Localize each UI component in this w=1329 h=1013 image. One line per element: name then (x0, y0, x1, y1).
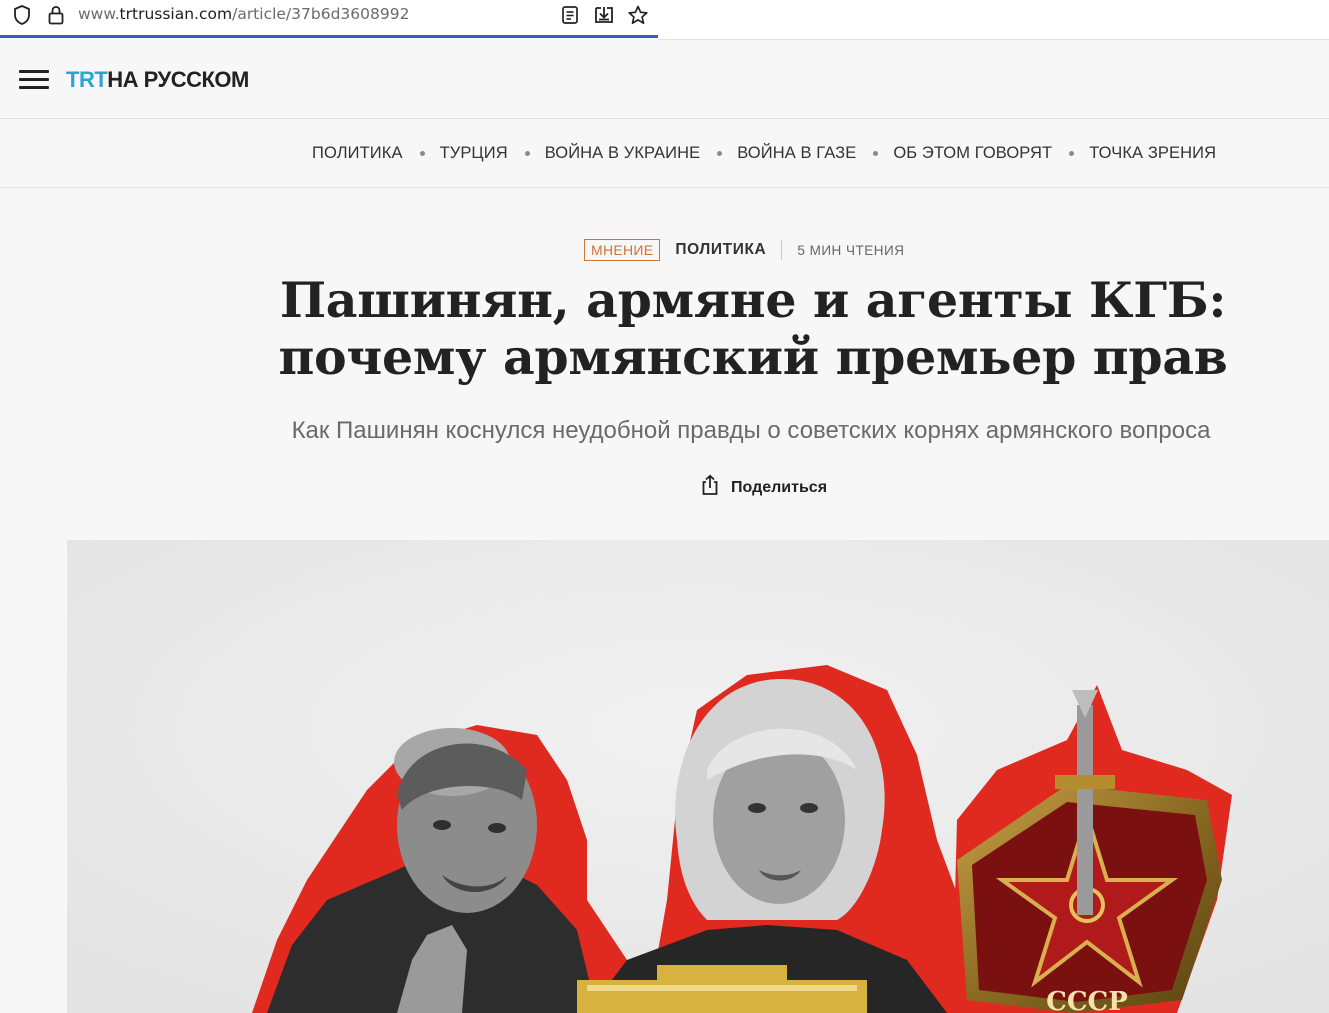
nav-item-voyna-v-ukraine[interactable]: ВОЙНА В УКРАИНЕ (508, 144, 701, 163)
nav-separator-dot (717, 151, 723, 156)
browser-url-bar[interactable]: www.trtrussian.com/article/37b6d3608992 (0, 0, 658, 38)
article-subtitle: Как Пашинян коснулся неудобной правды о … (291, 417, 1211, 444)
nav-link[interactable]: ТОЧКА ЗРЕНИЯ (1089, 144, 1216, 163)
nav-link[interactable]: ВОЙНА В ГАЗЕ (737, 144, 856, 163)
hero-image: СССР (67, 540, 1329, 1013)
hero-illustration: СССР (67, 540, 1329, 1013)
article-title: Пашинян, армяне и агенты КГБ: почему арм… (278, 271, 1228, 386)
nav-separator-dot (873, 151, 879, 156)
url-text[interactable]: www.trtrussian.com/article/37b6d3608992 (78, 5, 409, 23)
nav-separator-dot (524, 151, 530, 156)
nav-item-ob-etom-govoryat[interactable]: ОБ ЭТОМ ГОВОРЯТ (856, 144, 1052, 163)
nav-link[interactable]: ВОЙНА В УКРАИНЕ (545, 144, 701, 163)
nav-item-tochka-zreniya[interactable]: ТОЧКА ЗРЕНИЯ (1052, 144, 1216, 163)
opinion-badge[interactable]: МНЕНИЕ (584, 239, 661, 261)
hamburger-icon[interactable] (19, 70, 49, 90)
nav-separator-dot (419, 151, 425, 156)
site-header: TRTНА РУССКОМ (0, 40, 1329, 119)
nav-item-voyna-v-gaze[interactable]: ВОЙНА В ГАЗЕ (700, 144, 856, 163)
save-to-pocket-icon[interactable] (592, 3, 616, 27)
share-icon (700, 474, 720, 501)
lock-icon[interactable] (44, 3, 68, 27)
url-path: /article/37b6d3608992 (232, 5, 410, 23)
nav-separator-dot (1069, 151, 1075, 156)
bookmark-star-icon[interactable] (626, 3, 650, 27)
nav-item-politika[interactable]: ПОЛИТИКА (312, 144, 403, 163)
category-nav: ПОЛИТИКА ТУРЦИЯ ВОЙНА В УКРАИНЕ ВОЙНА В … (0, 120, 1329, 188)
article-category[interactable]: ПОЛИТИКА (675, 241, 766, 259)
nav-link[interactable]: ПОЛИТИКА (312, 144, 403, 163)
meta-divider (781, 240, 783, 260)
share-label: Поделиться (731, 478, 828, 496)
logo-trt: TRT (66, 67, 108, 92)
nav-item-turtsiya[interactable]: ТУРЦИЯ (403, 144, 508, 163)
read-time: 5 МИН ЧТЕНИЯ (797, 242, 905, 258)
reader-view-icon[interactable] (558, 3, 582, 27)
shield-icon[interactable] (10, 3, 34, 27)
url-prefix: www. (78, 5, 120, 23)
nav-link[interactable]: ТУРЦИЯ (440, 144, 508, 163)
site-logo[interactable]: TRTНА РУССКОМ (66, 67, 249, 93)
share-button[interactable]: Поделиться (700, 474, 827, 501)
article-meta: МНЕНИЕ ПОЛИТИКА 5 МИН ЧТЕНИЯ (584, 239, 904, 261)
nav-link[interactable]: ОБ ЭТОМ ГОВОРЯТ (893, 144, 1052, 163)
browser-toolbar-blank (658, 0, 1329, 40)
category-nav-list: ПОЛИТИКА ТУРЦИЯ ВОЙНА В УКРАИНЕ ВОЙНА В … (312, 144, 1216, 163)
hero-badge-text: СССР (1046, 987, 1128, 1013)
logo-na-russkom: НА РУССКОМ (107, 67, 249, 92)
url-host: trtrussian.com (119, 5, 233, 23)
